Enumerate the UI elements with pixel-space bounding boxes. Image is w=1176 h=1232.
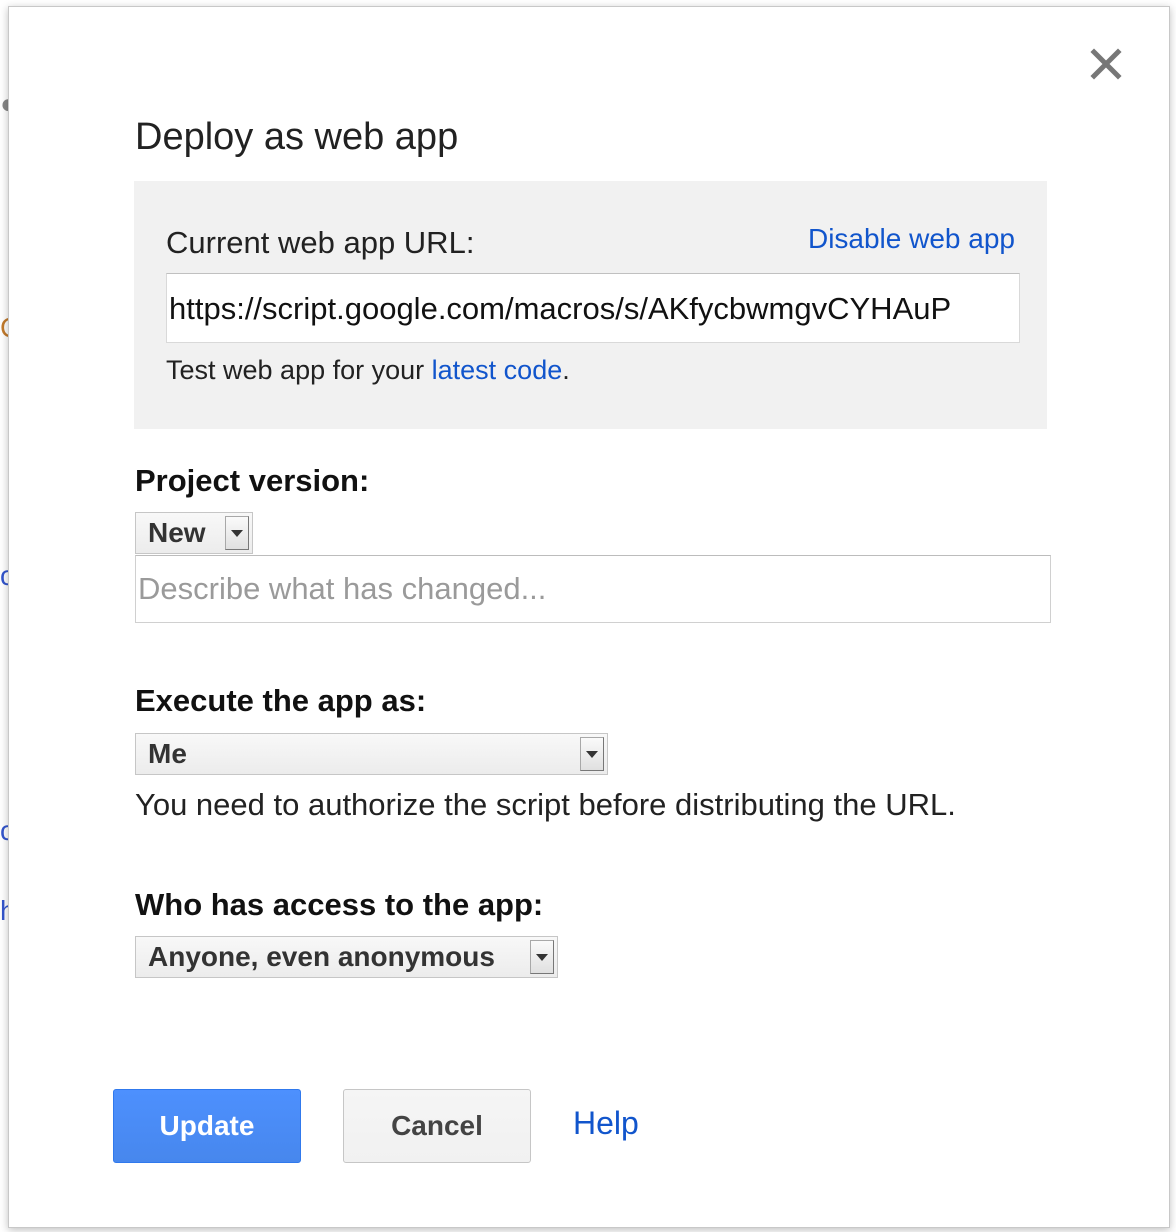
access-value: Anyone, even anonymous	[148, 941, 495, 972]
close-button[interactable]	[1089, 47, 1123, 81]
test-prefix-text: Test web app for your	[166, 355, 432, 385]
latest-code-link[interactable]: latest code	[432, 355, 563, 385]
project-version-label: Project version:	[135, 463, 370, 498]
authorize-note: You need to authorize the script before …	[135, 787, 956, 822]
chevron-down-icon	[580, 737, 604, 771]
update-button[interactable]: Update	[113, 1089, 301, 1163]
project-version-select[interactable]: New	[135, 512, 253, 554]
access-select[interactable]: Anyone, even anonymous	[135, 936, 558, 978]
web-app-url-field[interactable]: https://script.google.com/macros/s/AKfyc…	[166, 273, 1020, 343]
deploy-dialog: Deploy as web app Current web app URL: D…	[8, 6, 1170, 1228]
execute-as-label: Execute the app as:	[135, 683, 427, 718]
dialog-title: Deploy as web app	[135, 116, 459, 158]
current-url-panel: Current web app URL: Disable web app htt…	[134, 181, 1047, 429]
execute-as-select[interactable]: Me	[135, 733, 608, 775]
test-web-app-line: Test web app for your latest code.	[166, 355, 570, 386]
project-version-value: New	[148, 517, 206, 548]
version-description-input[interactable]	[135, 555, 1051, 623]
cancel-button[interactable]: Cancel	[343, 1089, 531, 1163]
close-icon	[1090, 48, 1122, 80]
chevron-down-icon	[530, 940, 554, 974]
test-suffix-text: .	[562, 355, 570, 385]
execute-as-value: Me	[148, 738, 187, 769]
disable-web-app-link[interactable]: Disable web app	[808, 223, 1015, 255]
current-url-label: Current web app URL:	[166, 225, 475, 260]
access-label: Who has access to the app:	[135, 887, 544, 922]
chevron-down-icon	[225, 516, 249, 550]
help-link[interactable]: Help	[573, 1105, 639, 1142]
